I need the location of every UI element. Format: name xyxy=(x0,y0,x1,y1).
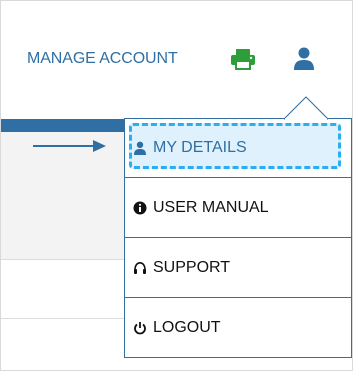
power-icon xyxy=(134,321,146,334)
menu-item-my-details[interactable]: MY DETAILS xyxy=(125,119,351,177)
menu-item-label: LOGOUT xyxy=(153,318,221,336)
menu-item-label: USER MANUAL xyxy=(153,198,269,216)
menu-item-user-manual[interactable]: USER MANUAL xyxy=(125,177,351,237)
headphones-icon xyxy=(134,261,146,274)
info-circle-icon xyxy=(133,201,147,214)
printer-icon[interactable] xyxy=(230,48,256,70)
menu-item-logout[interactable]: LOGOUT xyxy=(125,297,351,357)
dropdown-caret xyxy=(284,96,328,120)
manage-account-link[interactable]: MANAGE ACCOUNT xyxy=(27,50,178,68)
menu-item-support[interactable]: SUPPORT xyxy=(125,237,351,297)
account-dropdown-menu: MY DETAILS USER MANUAL SUPPORT LOGOUT xyxy=(124,118,352,358)
menu-item-label: SUPPORT xyxy=(153,258,231,276)
user-icon[interactable] xyxy=(293,47,315,71)
pointer-arrow-icon xyxy=(33,140,106,152)
user-icon xyxy=(134,141,146,155)
menu-item-label: MY DETAILS xyxy=(153,139,247,156)
